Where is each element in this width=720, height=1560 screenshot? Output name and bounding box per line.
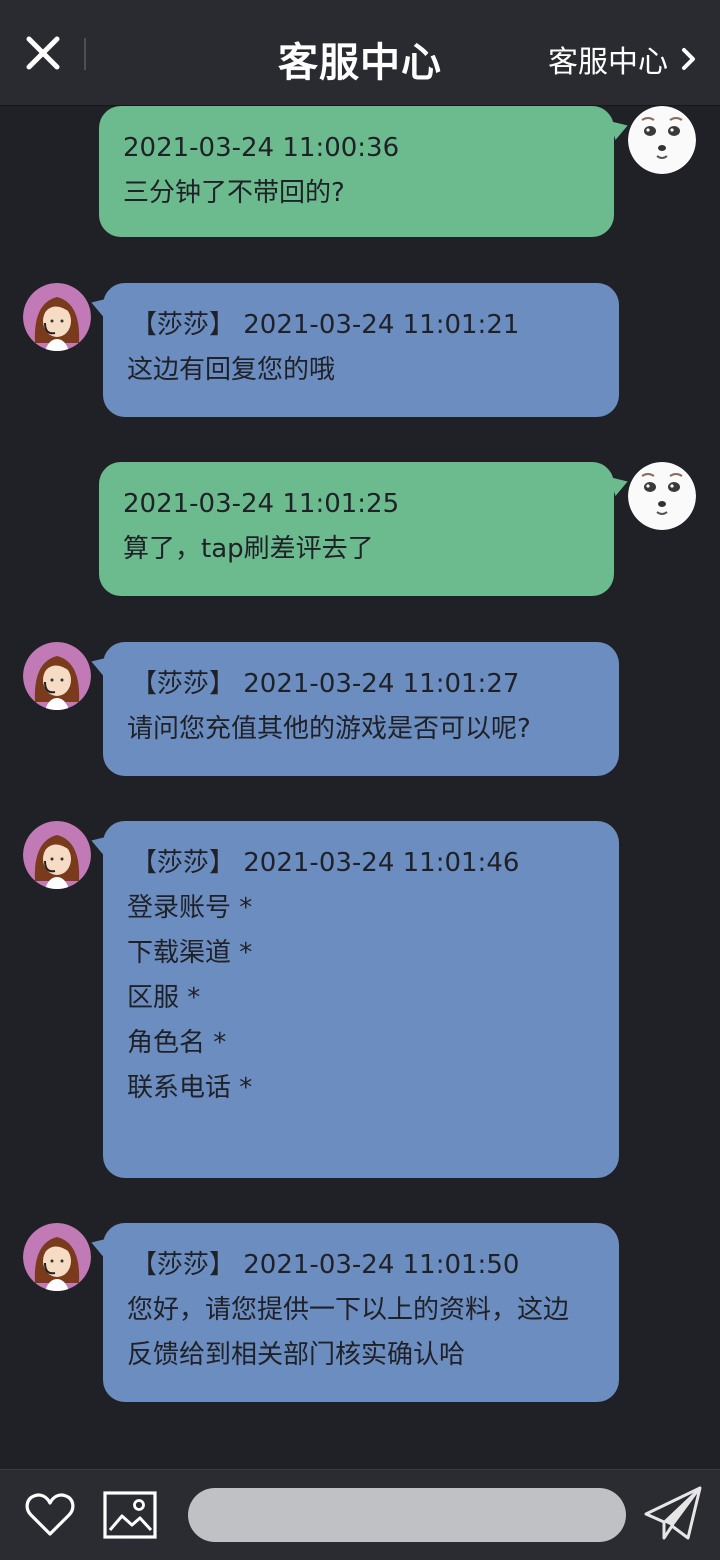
message-timestamp: 【莎莎】 2021-03-24 11:01:46 <box>131 848 520 878</box>
message-text: 下载渠道 * <box>127 938 253 968</box>
message-timestamp: 【莎莎】 2021-03-24 11:01:21 <box>131 310 520 340</box>
message-text: 请问您充值其他的游戏是否可以呢? <box>127 714 531 744</box>
message-text: 您好，请您提供一下以上的资料，这边 <box>127 1295 570 1325</box>
heart-icon[interactable] <box>24 1490 76 1538</box>
bubble-tail <box>88 831 110 855</box>
header-bar: 客服中心 客服中心 <box>0 0 720 106</box>
composer-bar <box>0 1469 720 1560</box>
user-message-bubble: 2021-03-24 11:01:25 算了，tap刷差评去了 <box>99 462 631 596</box>
agent-avatar-icon[interactable] <box>23 283 91 351</box>
customer-service-link-label: 客服中心 <box>548 45 668 80</box>
chat-screen: 客服中心 客服中心 2021-03-24 11:00:36 三分钟了不带回的? <box>0 0 720 1560</box>
agent-message-bubble: 【莎莎】 2021-03-24 11:01:46 登录账号 * 下载渠道 * 区… <box>88 821 619 1178</box>
message-text: 登录账号 * <box>127 893 253 923</box>
message-timestamp: 2021-03-24 11:01:25 <box>123 489 400 519</box>
user-message-bubble: 2021-03-24 11:00:36 三分钟了不带回的? <box>99 106 631 237</box>
message-text: 区服 * <box>127 983 201 1013</box>
message-text: 算了，tap刷差评去了 <box>123 534 374 564</box>
customer-service-link[interactable]: 客服中心 <box>548 37 698 81</box>
message-input[interactable] <box>188 1488 626 1542</box>
agent-message-bubble: 【莎莎】 2021-03-24 11:01:50 您好，请您提供一下以上的资料，… <box>88 1223 619 1402</box>
message-timestamp: 2021-03-24 11:00:36 <box>123 133 400 163</box>
message-timestamp: 【莎莎】 2021-03-24 11:01:27 <box>131 669 520 699</box>
message-list[interactable]: 2021-03-24 11:00:36 三分钟了不带回的? 【莎莎】 2021-… <box>0 106 720 1469</box>
chevron-right-icon <box>682 48 695 70</box>
message-text: 联系电话 * <box>127 1073 253 1103</box>
send-icon[interactable] <box>642 1484 704 1544</box>
bubble-tail <box>88 293 110 317</box>
agent-message-bubble: 【莎莎】 2021-03-24 11:01:21 这边有回复您的哦 <box>88 283 619 417</box>
message-timestamp: 【莎莎】 2021-03-24 11:01:50 <box>131 1250 520 1280</box>
message-text: 反馈给到相关部门核实确认哈 <box>127 1340 466 1370</box>
user-avatar-icon[interactable] <box>628 106 696 174</box>
user-avatar-icon[interactable] <box>628 462 696 530</box>
message-text: 角色名 * <box>127 1028 227 1058</box>
bubble-tail <box>88 1233 110 1257</box>
message-text: 这边有回复您的哦 <box>127 355 336 385</box>
agent-message-bubble: 【莎莎】 2021-03-24 11:01:27 请问您充值其他的游戏是否可以呢… <box>88 642 619 776</box>
bubble-tail <box>88 652 110 676</box>
image-icon[interactable] <box>102 1490 158 1540</box>
agent-avatar-icon[interactable] <box>23 821 91 889</box>
message-text: 三分钟了不带回的? <box>123 178 345 208</box>
agent-avatar-icon[interactable] <box>23 1223 91 1291</box>
agent-avatar-icon[interactable] <box>23 642 91 710</box>
